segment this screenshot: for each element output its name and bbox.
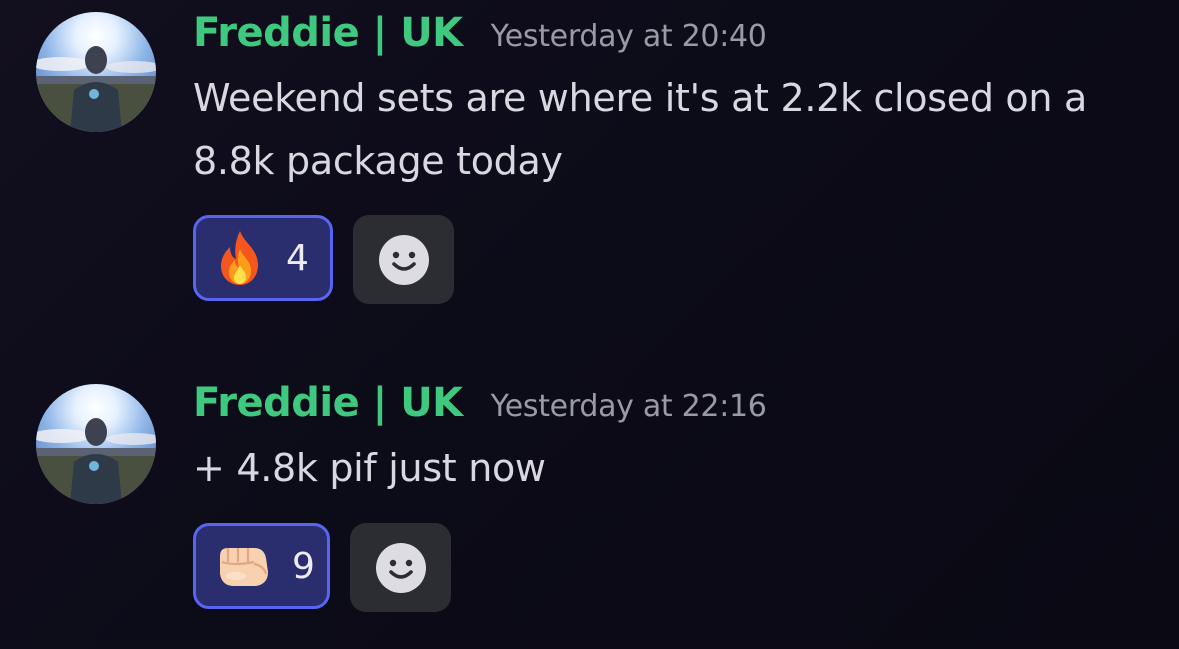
reactions-bar: 9 [193, 523, 451, 612]
fist-emoji-icon [214, 542, 272, 590]
add-reaction-button[interactable] [353, 215, 454, 304]
message: Freddie | UK Yesterday at 20:40 Weekend … [0, 0, 1179, 320]
message-header: Freddie | UK Yesterday at 22:16 [193, 380, 767, 426]
username[interactable]: Freddie | UK [193, 10, 463, 56]
smiley-face-icon [375, 542, 427, 594]
message-text: Weekend sets are where it's at 2.2k clos… [193, 76, 1087, 183]
username[interactable]: Freddie | UK [193, 380, 463, 426]
message-header: Freddie | UK Yesterday at 20:40 [193, 10, 767, 56]
reaction-button[interactable]: 4 [193, 215, 333, 301]
timestamp: Yesterday at 20:40 [490, 19, 767, 54]
message: Freddie | UK Yesterday at 22:16 + 4.8k p… [0, 370, 1179, 640]
timestamp: Yesterday at 22:16 [490, 389, 767, 424]
user-avatar[interactable] [36, 12, 156, 132]
reactions-bar: 4 [193, 215, 454, 304]
reaction-count: 4 [286, 237, 309, 279]
reaction-count: 9 [292, 545, 315, 587]
message-text: + 4.8k pif just now [193, 446, 546, 490]
reaction-button[interactable]: 9 [193, 523, 330, 609]
smiley-face-icon [378, 234, 430, 286]
user-avatar[interactable] [36, 384, 156, 504]
add-reaction-button[interactable] [350, 523, 451, 612]
fire-emoji-icon [214, 229, 266, 287]
